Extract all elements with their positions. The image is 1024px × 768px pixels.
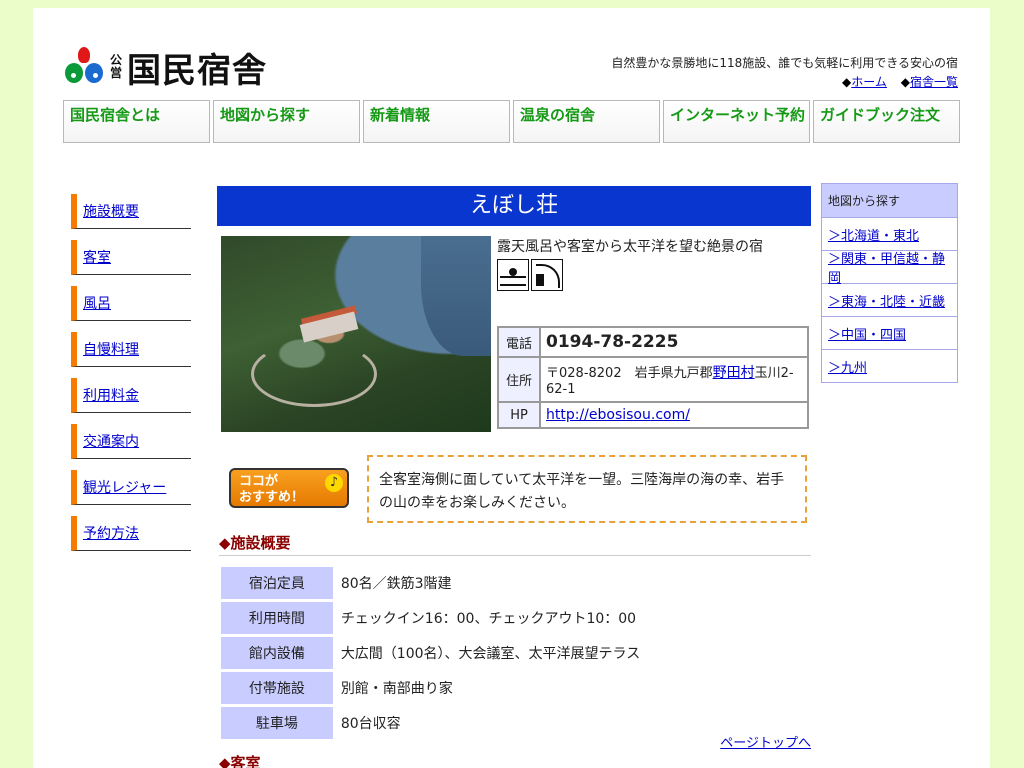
sidebar-item-rooms: 客室: [71, 240, 191, 275]
nav-about[interactable]: 国民宿舎とは: [63, 100, 210, 143]
outdoor-bath-icon: [497, 259, 529, 291]
sidebar-item-reservation: 予約方法: [71, 516, 191, 551]
map-search-heading: 地図から探す: [822, 184, 957, 217]
section-heading-overview: ◆施設概要: [219, 534, 291, 552]
hp-value: http://ebosisou.com/: [539, 401, 809, 429]
spec-table: 宿泊定員 80名／鉄筋3階建 利用時間 チェックイン16：00、チェックアウト10：…: [221, 564, 811, 742]
table-row: 館内設備 大広間（100名）、大会議室、太平洋展望テラス: [221, 637, 811, 669]
sidebar: 施設概要 客室 風呂 自慢料理 利用料金 交通案内 観光レジャー 予約方法: [71, 194, 191, 562]
sidebar-link[interactable]: 風呂: [83, 293, 111, 313]
logo-text: 国民宿舎: [127, 50, 267, 91]
page-title: えぼし荘: [217, 186, 811, 226]
page-container: 公営 国民宿舎 自然豊かな景勝地に118施設、誰でも気軽に利用できる安心の宿 ◆…: [33, 8, 990, 768]
section-divider: [219, 555, 811, 556]
recommend-badge-wrap: ココが おすすめ！ ♪: [229, 468, 355, 516]
recommend-badge: ココが おすすめ！ ♪: [229, 468, 349, 508]
phone-number: 0194-78-2225: [539, 326, 809, 358]
page-top-link[interactable]: ページトップへ: [720, 736, 811, 751]
home-link[interactable]: ホーム: [851, 75, 887, 89]
logo-small-text: 公営: [109, 53, 122, 80]
catch-copy: 露天風呂や客室から太平洋を望む絶景の宿: [497, 239, 763, 255]
sidebar-link[interactable]: 施設概要: [83, 201, 139, 221]
homepage-link[interactable]: http://ebosisou.com/: [546, 407, 690, 423]
address-value: 〒028-8202 岩手県九戸郡野田村玉川2-62-1: [539, 356, 809, 403]
sidebar-link[interactable]: 利用料金: [83, 385, 139, 405]
sidebar-link[interactable]: 予約方法: [83, 523, 139, 543]
diamond-icon: ◆: [900, 75, 910, 89]
sidebar-link[interactable]: 観光レジャー: [83, 477, 166, 497]
main-content: えぼし荘 露天風呂や客室から太平洋を望む絶景の宿 電話 0194-78-2225…: [217, 186, 811, 768]
nav-hot-spring[interactable]: 温泉の宿舎: [513, 100, 660, 143]
nav-map-search[interactable]: 地図から探す: [213, 100, 360, 143]
page-top: ページトップへ: [720, 732, 811, 751]
table-row: 付帯施設 別館・南部曲り家: [221, 672, 811, 704]
village-link[interactable]: 野田村: [713, 365, 755, 381]
hp-label: HP: [497, 401, 541, 429]
sidebar-item-rates: 利用料金: [71, 378, 191, 413]
nav-internet-booking[interactable]: インターネット予約: [663, 100, 810, 143]
site-logo[interactable]: 公営 国民宿舎: [63, 44, 267, 91]
table-row: 宿泊定員 80名／鉄筋3階建: [221, 567, 811, 599]
sidebar-link[interactable]: 自慢料理: [83, 339, 139, 359]
address-label: 住所: [497, 356, 541, 403]
recommend-text: 全客室海側に面していて太平洋を一望。三陸海岸の海の幸、岩手の山の幸をお楽しみくだ…: [367, 455, 807, 523]
nav-news[interactable]: 新着情報: [363, 100, 510, 143]
header-links: ◆ホーム ◆宿舎一覧: [832, 73, 958, 90]
region-tokai: ＞東海・北陸・近畿: [822, 283, 957, 316]
sidebar-item-overview: 施設概要: [71, 194, 191, 229]
global-nav: 国民宿舎とは 地図から探す 新着情報 温泉の宿舎 インターネット予約 ガイドブッ…: [63, 100, 963, 143]
feature-icons: [497, 259, 565, 291]
map-search-panel: 地図から探す ＞北海道・東北 ＞関東・甲信越・静岡 ＞東海・北陸・近畿 ＞中国・…: [821, 183, 958, 383]
section-heading-rooms: ◆客室: [219, 754, 261, 768]
region-hokkaido-tohoku: ＞北海道・東北: [822, 217, 957, 250]
contact-table: 電話 0194-78-2225 住所 〒028-8202 岩手県九戸郡野田村玉川…: [497, 326, 809, 429]
region-kanto: ＞関東・甲信越・静岡: [822, 250, 957, 286]
nav-guidebook[interactable]: ガイドブック注文: [813, 100, 960, 143]
region-chugoku-shikoku: ＞中国・四国: [822, 316, 957, 349]
sidebar-item-cuisine: 自慢料理: [71, 332, 191, 367]
sidebar-link[interactable]: 交通案内: [83, 431, 139, 451]
table-row: 利用時間 チェックイン16：00、チェックアウト10：00: [221, 602, 811, 634]
logo-emblem-icon: [63, 45, 105, 89]
lodging-list-link[interactable]: 宿舎一覧: [910, 75, 958, 89]
site-tagline: 自然豊かな景勝地に118施設、誰でも気軽に利用できる安心の宿: [611, 56, 958, 70]
sidebar-item-access: 交通案内: [71, 424, 191, 459]
music-note-icon: ♪: [325, 474, 343, 492]
fishing-icon: [531, 259, 563, 291]
facility-photo: [221, 236, 491, 432]
sidebar-link[interactable]: 客室: [83, 247, 111, 267]
sidebar-item-bath: 風呂: [71, 286, 191, 321]
region-kyushu: ＞九州: [822, 349, 957, 382]
sidebar-item-sightseeing: 観光レジャー: [71, 470, 191, 505]
phone-label: 電話: [497, 326, 541, 358]
diamond-icon: ◆: [842, 75, 852, 89]
